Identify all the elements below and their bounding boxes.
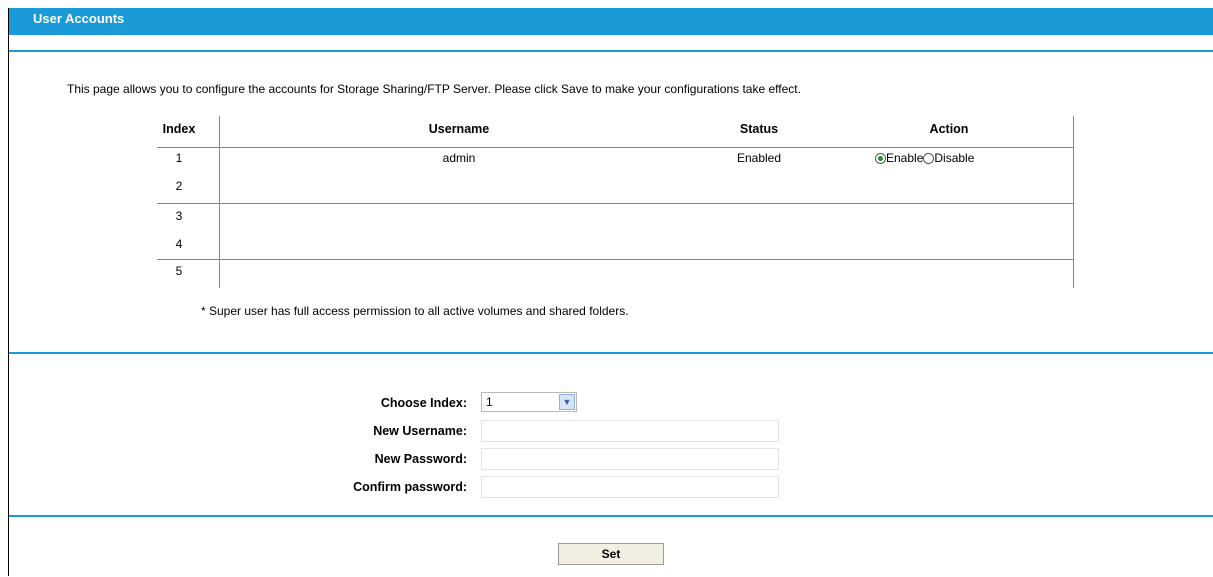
new-password-label: New Password: [374,452,467,466]
new-username-label: New Username: [373,424,467,438]
row-index: 2 [175,179,183,193]
header-username: Username [428,122,490,136]
disable-radio[interactable] [923,153,935,164]
new-password-input[interactable] [481,448,779,470]
table-col-sep [1073,116,1074,288]
header-index: Index [162,122,196,136]
page-frame: User Accounts This page allows you to co… [8,8,1213,576]
enable-radio[interactable] [875,153,886,164]
row-index: 1 [175,151,183,165]
set-button[interactable]: Set [558,543,664,565]
super-user-note: * Super user has full access permission … [201,304,629,318]
choose-index-select[interactable]: 1 ▼ [481,392,577,412]
row-index: 3 [175,209,183,223]
confirm-password-input[interactable] [481,476,779,498]
choose-index-value: 1 [486,395,493,409]
choose-index-label: Choose Index: [380,396,467,410]
table-row-sep [157,203,1074,204]
row-username: admin [442,151,476,165]
header-status: Status [739,122,779,136]
divider-top [9,50,1213,52]
table-row-sep [157,147,1074,148]
row-action: Enable Disable [875,151,974,165]
chevron-down-icon[interactable]: ▼ [559,394,575,410]
confirm-password-label: Confirm password: [353,480,467,494]
table-col-sep [219,116,220,288]
new-username-input[interactable] [481,420,779,442]
divider-middle [9,352,1213,354]
intro-text: This page allows you to configure the ac… [67,82,801,96]
row-index: 5 [175,264,183,278]
enable-label[interactable]: Enable [886,151,923,165]
header-action: Action [929,122,969,136]
divider-bottom [9,515,1213,517]
row-index: 4 [175,237,183,251]
disable-label[interactable]: Disable [934,151,974,165]
row-status: Enabled [736,151,782,165]
table-row-sep [157,259,1074,260]
page-title: User Accounts [9,8,1213,35]
